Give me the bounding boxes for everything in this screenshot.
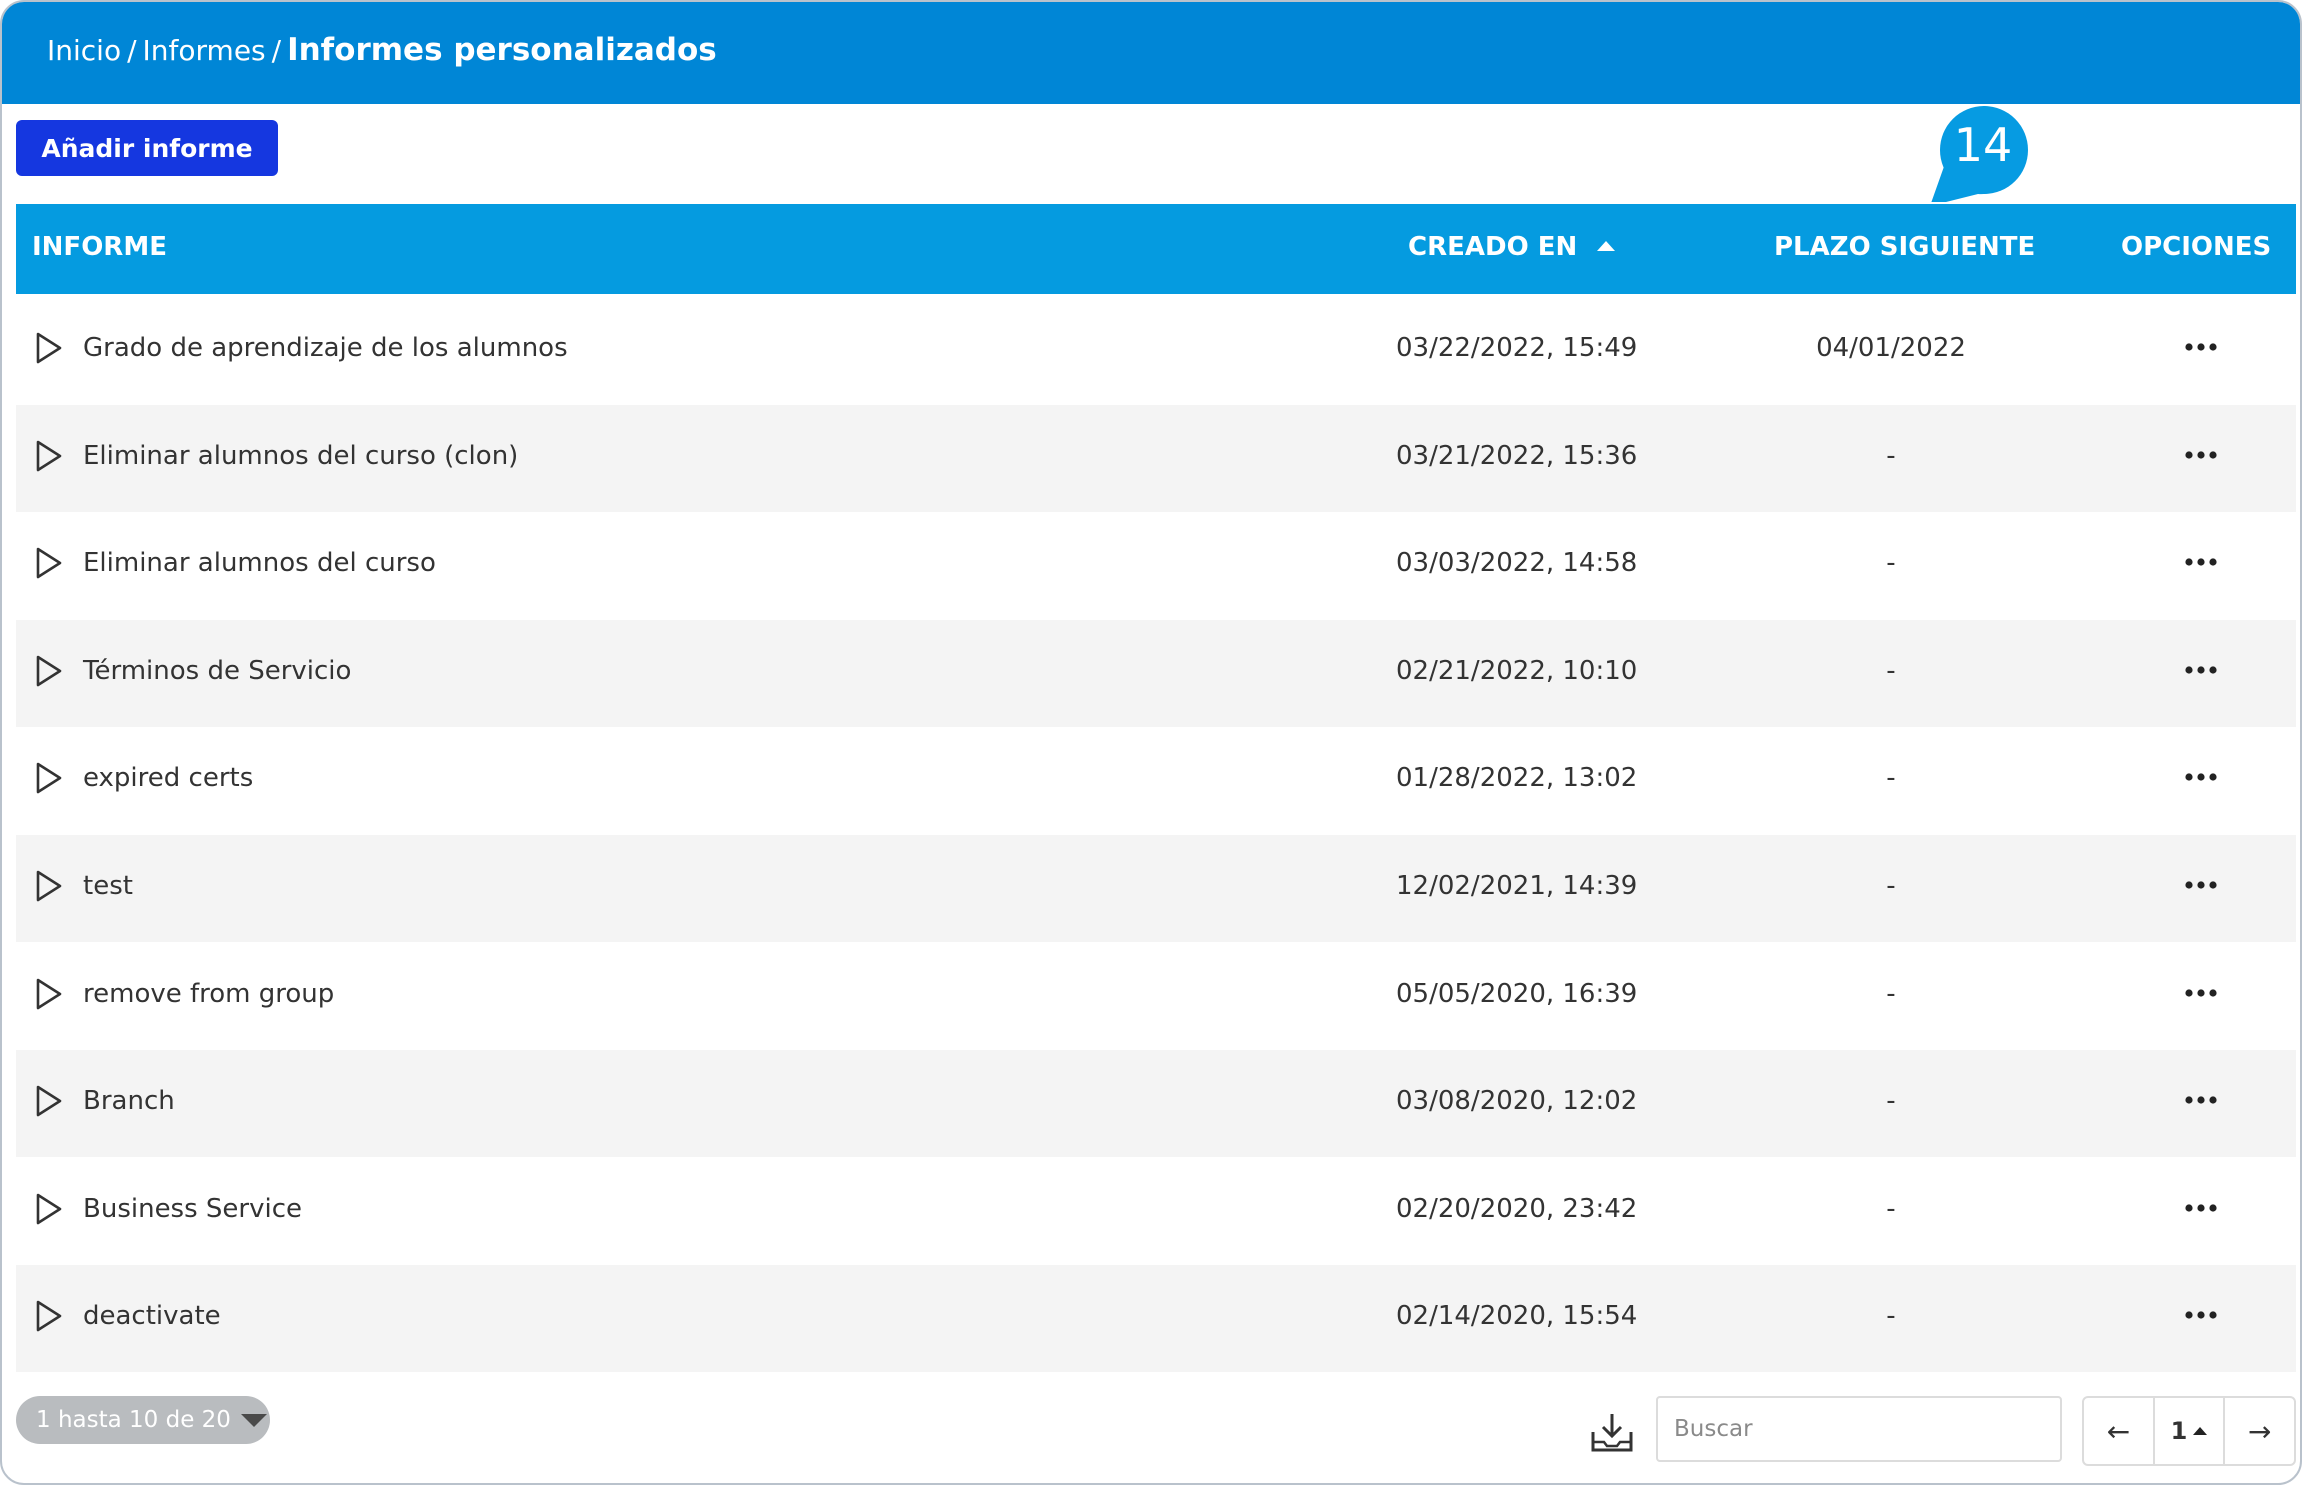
created-date: 02/21/2022, 10:10 xyxy=(1396,655,1638,686)
more-icon[interactable] xyxy=(2166,1080,2236,1120)
report-name[interactable]: Branch xyxy=(83,1086,175,1116)
table-row[interactable]: Business Service 02/20/2020, 23:42 - xyxy=(16,1158,2296,1265)
report-name[interactable]: expired certs xyxy=(83,763,253,793)
play-icon[interactable] xyxy=(34,1084,64,1118)
created-date: 12/02/2021, 14:39 xyxy=(1396,871,1638,901)
chevron-down-icon xyxy=(240,1413,267,1427)
search-input[interactable] xyxy=(1656,1396,2062,1462)
prev-page-button[interactable]: ← xyxy=(2084,1398,2153,1464)
report-name[interactable]: Eliminar alumnos del curso xyxy=(83,548,436,578)
play-icon[interactable] xyxy=(34,654,64,688)
download-icon[interactable] xyxy=(1590,1412,1634,1454)
report-name[interactable]: Términos de Servicio xyxy=(83,656,351,686)
next-deadline: - xyxy=(1886,1301,1896,1332)
play-icon[interactable] xyxy=(34,331,64,365)
created-date: 05/05/2020, 16:39 xyxy=(1396,978,1638,1009)
report-name[interactable]: test xyxy=(83,871,133,901)
table-row[interactable]: Eliminar alumnos del curso 03/03/2022, 14… xyxy=(16,512,2296,619)
play-icon[interactable] xyxy=(34,977,64,1011)
current-page-select[interactable]: 1 xyxy=(2152,1398,2224,1464)
play-icon[interactable] xyxy=(34,1192,64,1226)
next-deadline: - xyxy=(1886,763,1896,794)
more-icon[interactable] xyxy=(2166,1295,2236,1335)
table-row[interactable]: Términos de Servicio 02/21/2022, 10:10 - xyxy=(16,619,2296,727)
more-icon[interactable] xyxy=(2166,542,2236,582)
report-name[interactable]: Business Service xyxy=(83,1194,302,1224)
more-icon[interactable] xyxy=(2166,973,2236,1013)
more-icon[interactable] xyxy=(2166,327,2236,367)
more-icon[interactable] xyxy=(2166,435,2236,475)
play-icon[interactable] xyxy=(34,869,64,903)
next-deadline: - xyxy=(1886,871,1896,901)
page-range-label: 1 hasta 10 de 20 xyxy=(36,1407,231,1433)
table-row[interactable]: deactivate 02/14/2020, 15:54 - xyxy=(16,1265,2296,1373)
created-date: 03/21/2022, 15:36 xyxy=(1396,440,1638,471)
next-deadline: 04/01/2022 xyxy=(1816,333,1966,363)
next-deadline: - xyxy=(1886,978,1896,1009)
table-header: INFORME CREADO EN PLAZO SIGUIENTE OPCION… xyxy=(16,204,2296,294)
sort-up-icon xyxy=(1597,241,1616,251)
play-icon[interactable] xyxy=(34,439,64,473)
breadcrumb-separator: / xyxy=(127,34,137,67)
column-header-created-label: CREADO EN xyxy=(1408,232,1578,262)
chevron-up-icon xyxy=(2193,1427,2208,1435)
breadcrumb: Inicio / Informes / Informes personalizados xyxy=(47,32,717,68)
top-bar: Inicio / Informes / Informes personalizados xyxy=(2,2,2300,104)
current-page-number: 1 xyxy=(2170,1417,2188,1445)
pagination: ← 1 → xyxy=(2082,1396,2296,1466)
next-deadline: - xyxy=(1886,655,1896,686)
more-icon[interactable] xyxy=(2166,1188,2236,1228)
table-row[interactable]: Branch 03/08/2020, 12:02 - xyxy=(16,1050,2296,1158)
column-header-options: OPCIONES xyxy=(2121,232,2272,262)
next-deadline: - xyxy=(1886,1086,1896,1117)
created-date: 03/03/2022, 14:58 xyxy=(1396,548,1638,579)
created-date: 03/08/2020, 12:02 xyxy=(1396,1086,1638,1117)
more-icon[interactable] xyxy=(2166,865,2236,905)
report-name[interactable]: Eliminar alumnos del curso (clon) xyxy=(83,441,518,471)
page-size-dropdown[interactable]: 1 hasta 10 de 20 xyxy=(16,1396,270,1444)
created-date: 03/22/2022, 15:49 xyxy=(1396,333,1638,363)
report-name[interactable]: Grado de aprendizaje de los alumnos xyxy=(83,333,568,363)
breadcrumb-separator: / xyxy=(271,34,282,67)
add-report-button[interactable]: Añadir informe xyxy=(16,120,278,176)
breadcrumb-informes[interactable]: Informes xyxy=(143,34,266,67)
created-date: 02/14/2020, 15:54 xyxy=(1396,1301,1638,1332)
table-row[interactable]: remove from group 05/05/2020, 16:39 - xyxy=(16,943,2296,1050)
more-icon[interactable] xyxy=(2166,650,2236,690)
column-header-next-deadline[interactable]: PLAZO SIGUIENTE xyxy=(1774,232,2035,262)
step-callout: 14 xyxy=(1930,104,2028,202)
next-deadline: - xyxy=(1886,1193,1896,1224)
created-date: 02/20/2020, 23:42 xyxy=(1396,1193,1638,1224)
table-row[interactable]: Eliminar alumnos del curso (clon) 03/21/2… xyxy=(16,404,2296,512)
column-header-created[interactable]: CREADO EN xyxy=(1408,232,1616,262)
app-window: Inicio / Informes / Informes personalizados … xyxy=(0,0,2302,1485)
play-icon[interactable] xyxy=(34,546,64,580)
more-icon[interactable] xyxy=(2166,757,2236,797)
callout-number: 14 xyxy=(1953,118,2013,172)
table-row[interactable]: expired certs 01/28/2022, 13:02 - xyxy=(16,727,2296,834)
report-name[interactable]: remove from group xyxy=(83,979,334,1009)
next-deadline: - xyxy=(1886,548,1896,579)
play-icon[interactable] xyxy=(34,761,64,795)
table-row[interactable]: test 12/02/2021, 14:39 - xyxy=(16,835,2296,942)
column-header-report[interactable]: INFORME xyxy=(32,232,167,262)
next-page-button[interactable]: → xyxy=(2223,1398,2294,1464)
table-row[interactable]: Grado de aprendizaje de los alumnos 03/22… xyxy=(16,297,2296,404)
created-date: 01/28/2022, 13:02 xyxy=(1396,763,1638,794)
breadcrumb-home[interactable]: Inicio xyxy=(47,34,121,67)
page-title: Informes personalizados xyxy=(287,32,717,68)
report-name[interactable]: deactivate xyxy=(83,1301,221,1331)
play-icon[interactable] xyxy=(34,1299,64,1333)
next-deadline: - xyxy=(1886,440,1896,471)
